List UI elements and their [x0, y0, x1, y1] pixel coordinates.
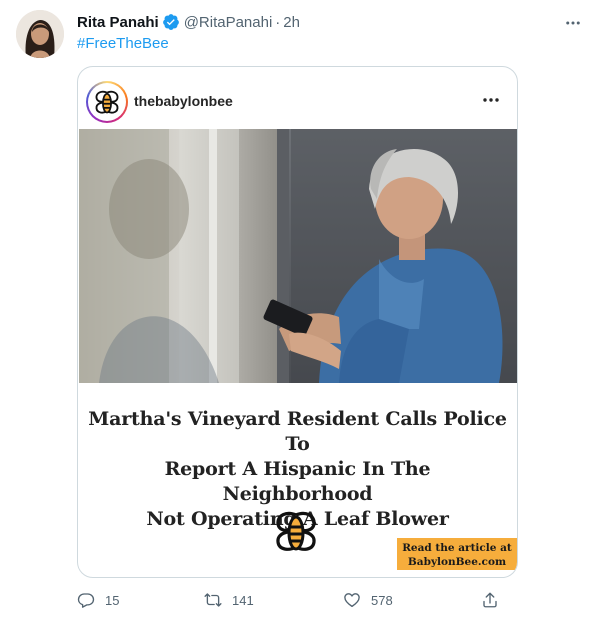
separator-dot: ·	[275, 13, 281, 31]
read-article-banner: Read the article at BabylonBee.com	[397, 538, 517, 570]
tweet-header: Rita Panahi @RitaPanahi · 2h	[77, 11, 300, 33]
tweet[interactable]: Rita Panahi @RitaPanahi · 2h #FreeTheBee	[0, 0, 598, 622]
retweet-count: 141	[232, 592, 254, 608]
reply-icon	[77, 593, 95, 608]
retweet-icon	[204, 593, 222, 607]
headline-line: Report A Hispanic In The Neighborhood	[164, 458, 431, 505]
heart-icon	[344, 593, 360, 608]
verified-badge-icon	[162, 14, 179, 30]
tweet-action-bar: 15 141 578	[77, 588, 507, 612]
reply-count: 15	[105, 592, 120, 608]
article-photo[interactable]	[79, 129, 517, 383]
author-avatar[interactable]	[16, 10, 64, 58]
like-button[interactable]: 578	[343, 588, 393, 612]
babylon-bee-logo-icon	[276, 511, 316, 551]
cta-line: BabylonBee.com	[407, 556, 507, 568]
hashtag-link[interactable]: #FreeTheBee	[77, 35, 169, 52]
tweet-timestamp[interactable]: 2h	[283, 14, 300, 31]
more-options-icon[interactable]	[562, 12, 584, 34]
profile-story-ring[interactable]	[86, 81, 128, 123]
cta-line: Read the article at	[402, 542, 512, 554]
share-icon	[483, 592, 497, 608]
more-options-icon[interactable]	[481, 93, 501, 107]
like-count: 578	[371, 592, 393, 608]
babylon-bee-logo-icon	[95, 90, 119, 114]
retweet-button[interactable]: 141	[204, 588, 254, 612]
instagram-post-header: thebabylonbee	[78, 67, 517, 129]
embedded-image-card[interactable]: thebabylonbee Martha's Vineyard Resident…	[77, 66, 518, 578]
headline-line: Martha's Vineyard Resident Calls Police …	[88, 408, 507, 455]
author-name[interactable]: Rita Panahi	[77, 14, 159, 31]
reply-button[interactable]: 15	[77, 588, 119, 612]
share-button[interactable]	[481, 588, 509, 612]
instagram-username[interactable]: thebabylonbee	[134, 93, 233, 109]
author-handle[interactable]: @RitaPanahi	[184, 14, 273, 31]
